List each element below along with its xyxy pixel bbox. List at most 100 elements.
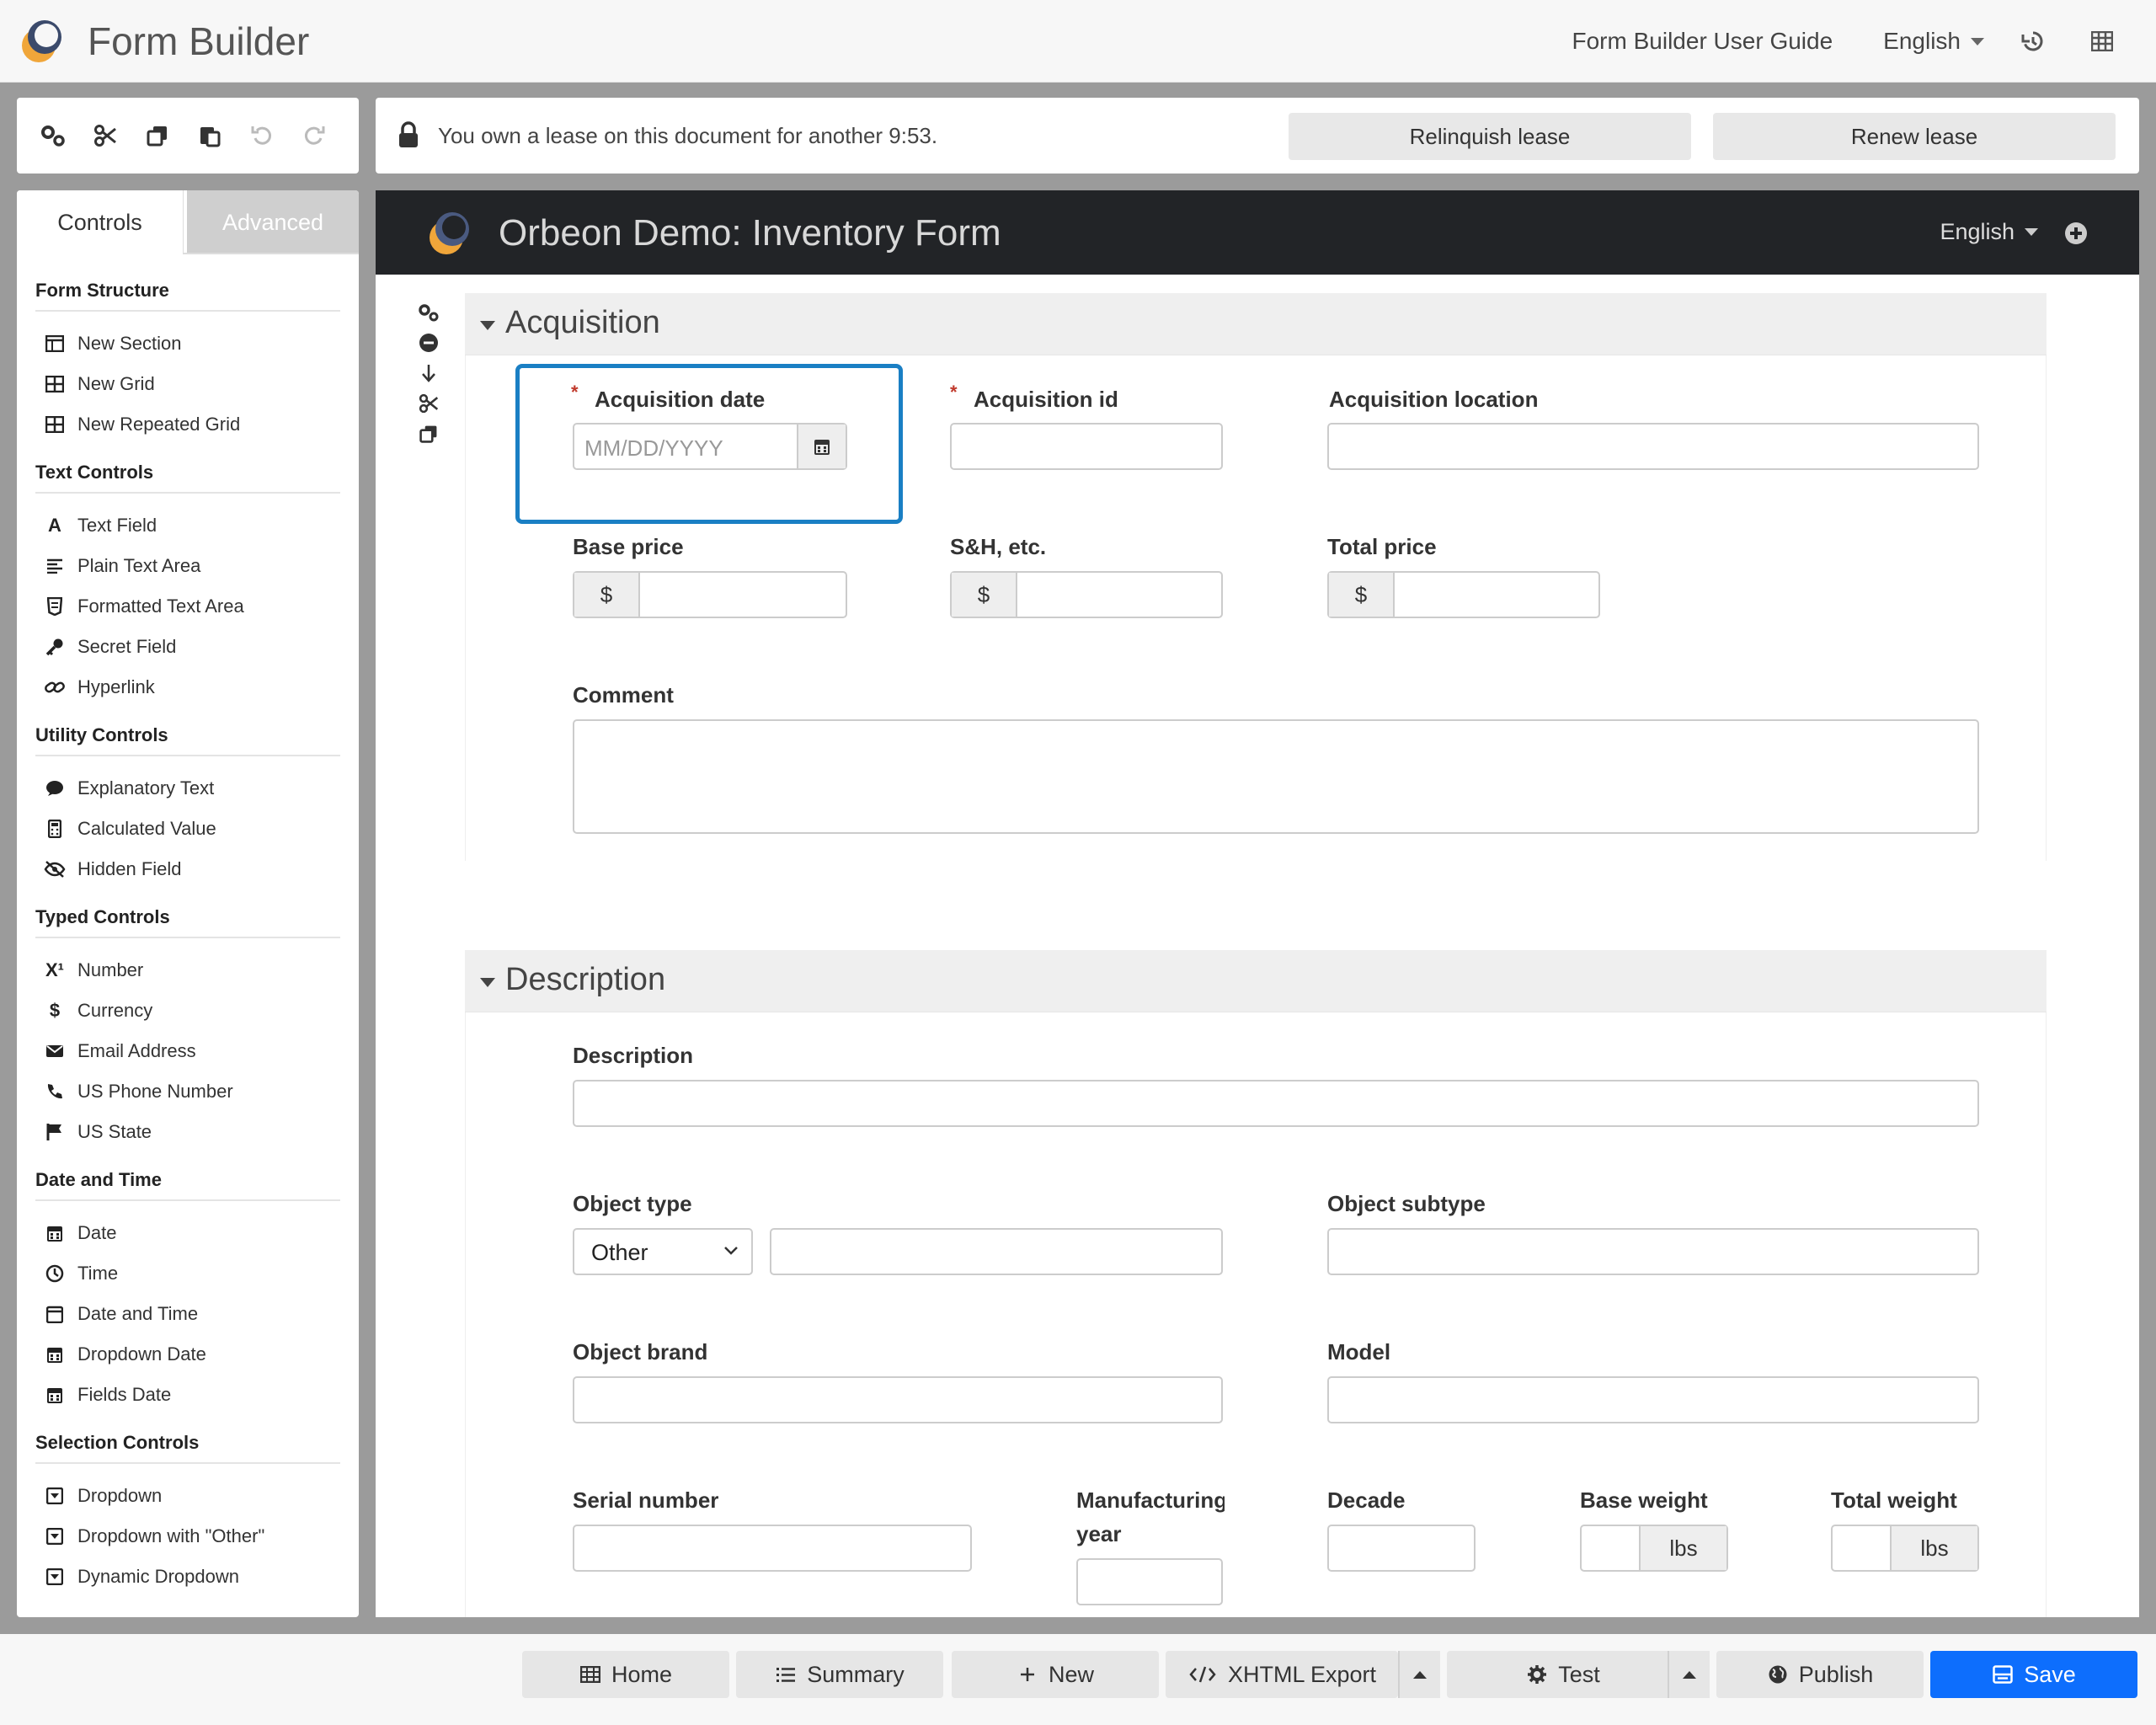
sidebar-item-new-section[interactable]: New Section [35,323,340,364]
base-weight-input[interactable]: lbs [1580,1525,1728,1572]
sidebar-item-date[interactable]: Date [35,1213,340,1253]
object-type-other-input[interactable] [770,1228,1223,1275]
sidebar-item-time[interactable]: Time [35,1253,340,1294]
editor-toolbar [17,98,359,174]
serial-number-input[interactable] [573,1525,972,1572]
sidebar-item-dropdown-with-other[interactable]: Dropdown with "Other" [35,1516,340,1557]
section-title[interactable]: Description [505,962,665,998]
publish-label: Publish [1798,1661,1874,1687]
undo-icon[interactable] [248,121,276,150]
history-icon[interactable] [2018,26,2048,56]
remove-section-icon[interactable] [416,330,441,355]
total-price-input[interactable]: $ [1327,571,1600,618]
sidebar-item-dropdown-date[interactable]: Dropdown Date [35,1334,340,1375]
base-price-input[interactable]: $ [573,571,847,618]
sidebar-item-us-state[interactable]: US State [35,1112,340,1152]
xhtml-export-menu-toggle[interactable] [1398,1651,1440,1698]
object-brand-input[interactable] [573,1376,1223,1423]
sidebar-item-new-repeated-grid[interactable]: New Repeated Grid [35,404,340,445]
redo-icon[interactable] [300,121,328,150]
required-icon: * [571,382,579,403]
home-button[interactable]: Home [522,1651,729,1698]
comment-textarea[interactable] [573,719,1979,834]
acquisition-id-input[interactable] [950,423,1223,470]
xhtml-export-button[interactable]: XHTML Export [1166,1651,1398,1698]
calendar-icon [44,1384,66,1406]
section-title[interactable]: Acquisition [505,305,660,341]
user-guide-link[interactable]: Form Builder User Guide [1572,28,1833,55]
sidebar-item-label: Email Address [77,1040,196,1061]
sidebar-item-dynamic-dropdown[interactable]: Dynamic Dropdown [35,1557,340,1597]
xhtml-export-label: XHTML Export [1227,1661,1377,1687]
renew-lease-button[interactable]: Renew lease [1713,113,2116,160]
calendar-button[interactable] [797,425,846,468]
description-input[interactable] [573,1080,1979,1127]
field-label-manufacturing-year-line2: year [1076,1521,1122,1546]
table-icon [44,414,66,435]
sidebar-item-dropdown[interactable]: Dropdown [35,1476,340,1516]
save-button[interactable]: Save [1930,1651,2137,1698]
total-weight-input[interactable]: lbs [1831,1525,1979,1572]
sidebar-item-new-grid[interactable]: New Grid [35,364,340,404]
move-down-icon[interactable] [416,360,441,386]
list-icon [775,1664,797,1685]
sidebar-item-calculated-value[interactable]: Calculated Value [35,809,340,849]
sidebar-item-us-phone-number[interactable]: US Phone Number [35,1071,340,1112]
test-button[interactable]: Test [1447,1651,1679,1698]
sidebar-item-text-field[interactable]: A Text Field [35,505,340,546]
grid-icon[interactable] [2087,26,2117,56]
dollar-icon: $ [49,1000,61,1021]
sidebar-item-label: Date and Time [77,1303,199,1324]
cut-icon[interactable] [91,121,120,150]
sidebar-item-email-address[interactable]: Email Address [35,1031,340,1071]
section-header-description[interactable]: Description [465,950,2047,1012]
sidebar-item-fields-date[interactable]: Fields Date [35,1375,340,1415]
copy-section-icon[interactable] [416,421,441,446]
summary-button[interactable]: Summary [736,1651,943,1698]
copy-icon[interactable] [143,121,172,150]
sidebar-item-secret-field[interactable]: Secret Field [35,627,340,667]
section-settings-icon[interactable] [416,300,441,325]
publish-button[interactable]: Publish [1716,1651,1924,1698]
test-menu-toggle[interactable] [1668,1651,1710,1698]
required-icon: * [950,382,958,403]
sidebar-item-hyperlink[interactable]: Hyperlink [35,667,340,708]
manufacturing-year-input[interactable] [1076,1558,1223,1605]
cut-section-icon[interactable] [416,391,441,416]
calendar-icon [814,440,830,455]
sidebar-item-label: US Phone Number [77,1081,233,1102]
paste-icon[interactable] [195,121,224,150]
test-label: Test [1558,1661,1600,1687]
summary-label: Summary [807,1661,905,1687]
settings-icon[interactable] [39,121,67,150]
relinquish-lease-button[interactable]: Relinquish lease [1289,113,1691,160]
sidebar-item-date-and-time[interactable]: Date and Time [35,1294,340,1334]
tab-advanced[interactable]: Advanced [187,190,359,254]
envelope-icon [44,1040,66,1062]
collapse-triangle-icon[interactable] [480,978,495,987]
decade-input[interactable] [1327,1525,1476,1572]
object-subtype-input[interactable] [1327,1228,1979,1275]
form-title[interactable]: Orbeon Demo: Inventory Form [499,212,1001,254]
sidebar-item-label: Fields Date [77,1384,172,1405]
add-language-icon[interactable] [2065,222,2087,244]
sidebar-item-plain-text-area[interactable]: Plain Text Area [35,546,340,586]
model-input[interactable] [1327,1376,1979,1423]
tab-controls[interactable]: Controls [17,190,184,254]
acquisition-location-input[interactable] [1327,423,1979,470]
sidebar-item-number[interactable]: X¹ Number [35,950,340,991]
sidebar-item-hidden-field[interactable]: Hidden Field [35,849,340,889]
language-selector[interactable]: English [1883,28,1984,55]
sidebar-item-currency[interactable]: $ Currency [35,991,340,1031]
acquisition-date-input[interactable]: MM/DD/YYYY [573,423,847,470]
section-header-acquisition[interactable]: Acquisition [465,293,2047,355]
object-type-select[interactable]: Other [573,1228,753,1275]
new-button[interactable]: New [952,1651,1159,1698]
form-language-selector[interactable]: English [1940,219,2038,245]
dollar-prefix: $ [1329,573,1395,617]
sh-etc-input[interactable]: $ [950,571,1223,618]
sidebar-item-formatted-text-area[interactable]: Formatted Text Area [35,586,340,627]
collapse-triangle-icon[interactable] [480,321,495,330]
sidebar-item-explanatory-text[interactable]: Explanatory Text [35,768,340,809]
field-label-serial-number: Serial number [573,1487,719,1513]
